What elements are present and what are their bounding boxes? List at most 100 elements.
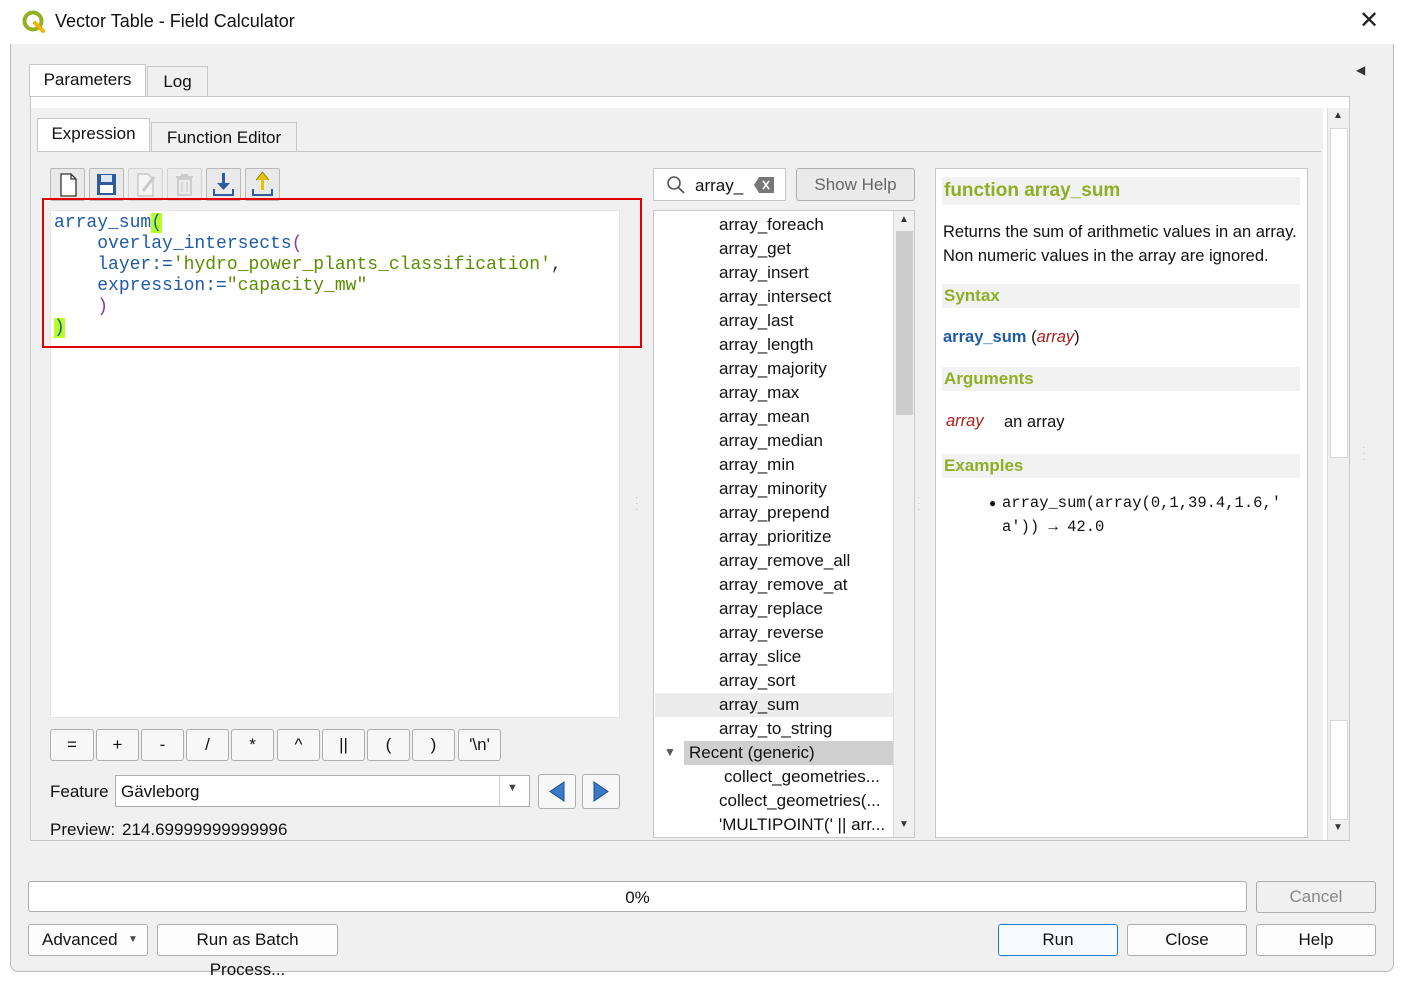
help-title: function array_sum <box>944 180 1121 201</box>
list-item[interactable]: 'MULTIPOINT(' || arr... <box>719 813 885 837</box>
feature-value: Gävleborg <box>121 782 200 801</box>
previous-feature-button[interactable] <box>538 774 576 809</box>
syntax-header: Syntax <box>942 284 1300 308</box>
show-help-button[interactable]: Show Help <box>796 168 915 201</box>
panel-scrollbar[interactable]: ▲ ▼ <box>1327 108 1349 840</box>
arrow-left-icon <box>549 781 565 802</box>
tab-divider <box>37 151 1321 152</box>
new-file-icon <box>60 173 77 197</box>
preview-value: 214.69999999999996 <box>122 820 288 839</box>
feature-label: Feature <box>50 782 109 801</box>
bullet-icon: ● <box>989 496 997 510</box>
list-item[interactable]: array_slice <box>719 645 801 669</box>
list-item[interactable]: array_prioritize <box>719 525 831 549</box>
list-item-selected[interactable]: array_sum <box>719 693 799 717</box>
import-icon <box>213 173 234 196</box>
list-item[interactable]: array_mean <box>719 405 810 429</box>
window-title: Vector Table - Field Calculator <box>55 11 295 31</box>
list-item[interactable]: array_min <box>719 453 795 477</box>
group-recent-label[interactable]: Recent (generic) <box>689 741 815 765</box>
close-button[interactable]: Close <box>1127 924 1247 956</box>
batch-process-button[interactable]: Run as Batch Process... <box>157 924 338 979</box>
list-item[interactable]: array_insert <box>719 261 809 285</box>
chevron-down-icon[interactable]: ▼ <box>507 782 518 794</box>
list-item[interactable]: array_reverse <box>719 621 824 645</box>
help-button[interactable]: Help <box>1256 924 1376 956</box>
next-feature-button[interactable] <box>582 774 620 809</box>
list-item[interactable]: array_length <box>719 333 814 357</box>
search-input[interactable]: array_ <box>695 176 743 196</box>
tab-function-editor[interactable]: Function Editor <box>151 122 297 152</box>
syntax-line: array_sum (array) <box>943 328 1080 346</box>
save-icon <box>97 174 116 195</box>
list-item[interactable]: array_median <box>719 429 823 453</box>
cancel-button[interactable]: Cancel <box>1256 881 1376 913</box>
splitter-handle[interactable]: · · · <box>635 493 638 515</box>
qgis-logo-icon <box>22 10 46 34</box>
op-plus-button[interactable]: + <box>96 729 139 761</box>
example-line-2: a')) → 42.0 <box>1002 518 1105 536</box>
close-icon[interactable]: ✕ <box>1356 8 1382 34</box>
clear-search-icon[interactable] <box>754 177 774 193</box>
op-equals-button[interactable]: = <box>50 729 94 761</box>
op-newline-button[interactable]: '\n' <box>458 729 501 761</box>
save-button[interactable] <box>89 168 124 201</box>
splitter-handle-3[interactable]: · · · <box>1362 443 1365 465</box>
collapse-arrow-icon[interactable]: ◀ <box>1356 63 1365 77</box>
help-panel: function array_sum Returns the sum of ar… <box>935 168 1308 838</box>
delete-icon <box>176 174 193 196</box>
tab-parameters[interactable]: Parameters <box>29 64 146 97</box>
list-item[interactable]: array_replace <box>719 597 823 621</box>
op-close-paren-button[interactable]: ) <box>412 729 455 761</box>
list-item[interactable]: array_remove_all <box>719 549 850 573</box>
op-minus-button[interactable]: - <box>141 729 184 761</box>
panel-scrollbar-thumb[interactable] <box>1330 128 1348 458</box>
list-item[interactable]: array_foreach <box>719 213 824 237</box>
feature-combo[interactable]: Gävleborg ▼ <box>115 775 530 807</box>
list-item[interactable]: array_to_string <box>719 717 832 741</box>
export-button[interactable] <box>245 168 280 201</box>
advanced-label: Advanced <box>42 930 118 949</box>
group-expand-icon[interactable]: ▼ <box>664 745 676 759</box>
arguments-header: Arguments <box>942 367 1300 391</box>
splitter-handle-2[interactable]: · · · <box>917 493 920 515</box>
export-icon <box>252 171 273 196</box>
advanced-button[interactable]: Advanced ▼ <box>28 924 148 956</box>
search-icon <box>667 176 685 194</box>
import-button[interactable] <box>206 168 241 201</box>
op-divide-button[interactable]: / <box>186 729 229 761</box>
list-item[interactable]: collect_geometries... <box>724 765 880 789</box>
list-item[interactable]: array_majority <box>719 357 827 381</box>
op-power-button[interactable]: ^ <box>277 729 320 761</box>
new-file-button[interactable] <box>50 168 85 201</box>
tab-expression[interactable]: Expression <box>37 118 150 152</box>
list-item[interactable]: array_remove_at <box>719 573 848 597</box>
list-scrollbar-thumb[interactable] <box>896 231 913 415</box>
list-item[interactable]: array_max <box>719 381 799 405</box>
arrow-right-icon <box>593 781 609 802</box>
delete-button[interactable] <box>167 168 202 201</box>
op-concat-button[interactable]: || <box>322 729 365 761</box>
list-item[interactable]: array_intersect <box>719 285 831 309</box>
chevron-down-icon: ▼ <box>128 934 138 945</box>
help-description-1: Returns the sum of arithmetic values in … <box>943 223 1297 241</box>
op-open-paren-button[interactable]: ( <box>367 729 410 761</box>
help-description-2: Non numeric values in the array are igno… <box>943 247 1269 265</box>
list-item[interactable]: array_prepend <box>719 501 830 525</box>
tab-log[interactable]: Log <box>147 66 208 97</box>
panel-scrollbar-thumb-lower <box>1330 720 1348 820</box>
list-scrollbar[interactable]: ▲ ▼ <box>893 211 914 837</box>
list-item[interactable]: array_last <box>719 309 794 333</box>
search-box[interactable]: array_ <box>653 168 786 201</box>
op-multiply-button[interactable]: * <box>231 729 274 761</box>
run-button[interactable]: Run <box>998 924 1118 956</box>
list-item[interactable]: array_sort <box>719 669 796 693</box>
highlight-box <box>42 198 642 348</box>
progress-bar: 0% <box>28 881 1247 912</box>
list-item[interactable]: collect_geometries(... <box>719 789 881 813</box>
preview-label: Preview: <box>50 820 116 839</box>
list-item[interactable]: array_get <box>719 237 791 261</box>
list-item[interactable]: array_minority <box>719 477 827 501</box>
edit-button[interactable] <box>128 168 163 201</box>
function-list[interactable]: array_foreach array_get array_insert arr… <box>653 210 915 838</box>
